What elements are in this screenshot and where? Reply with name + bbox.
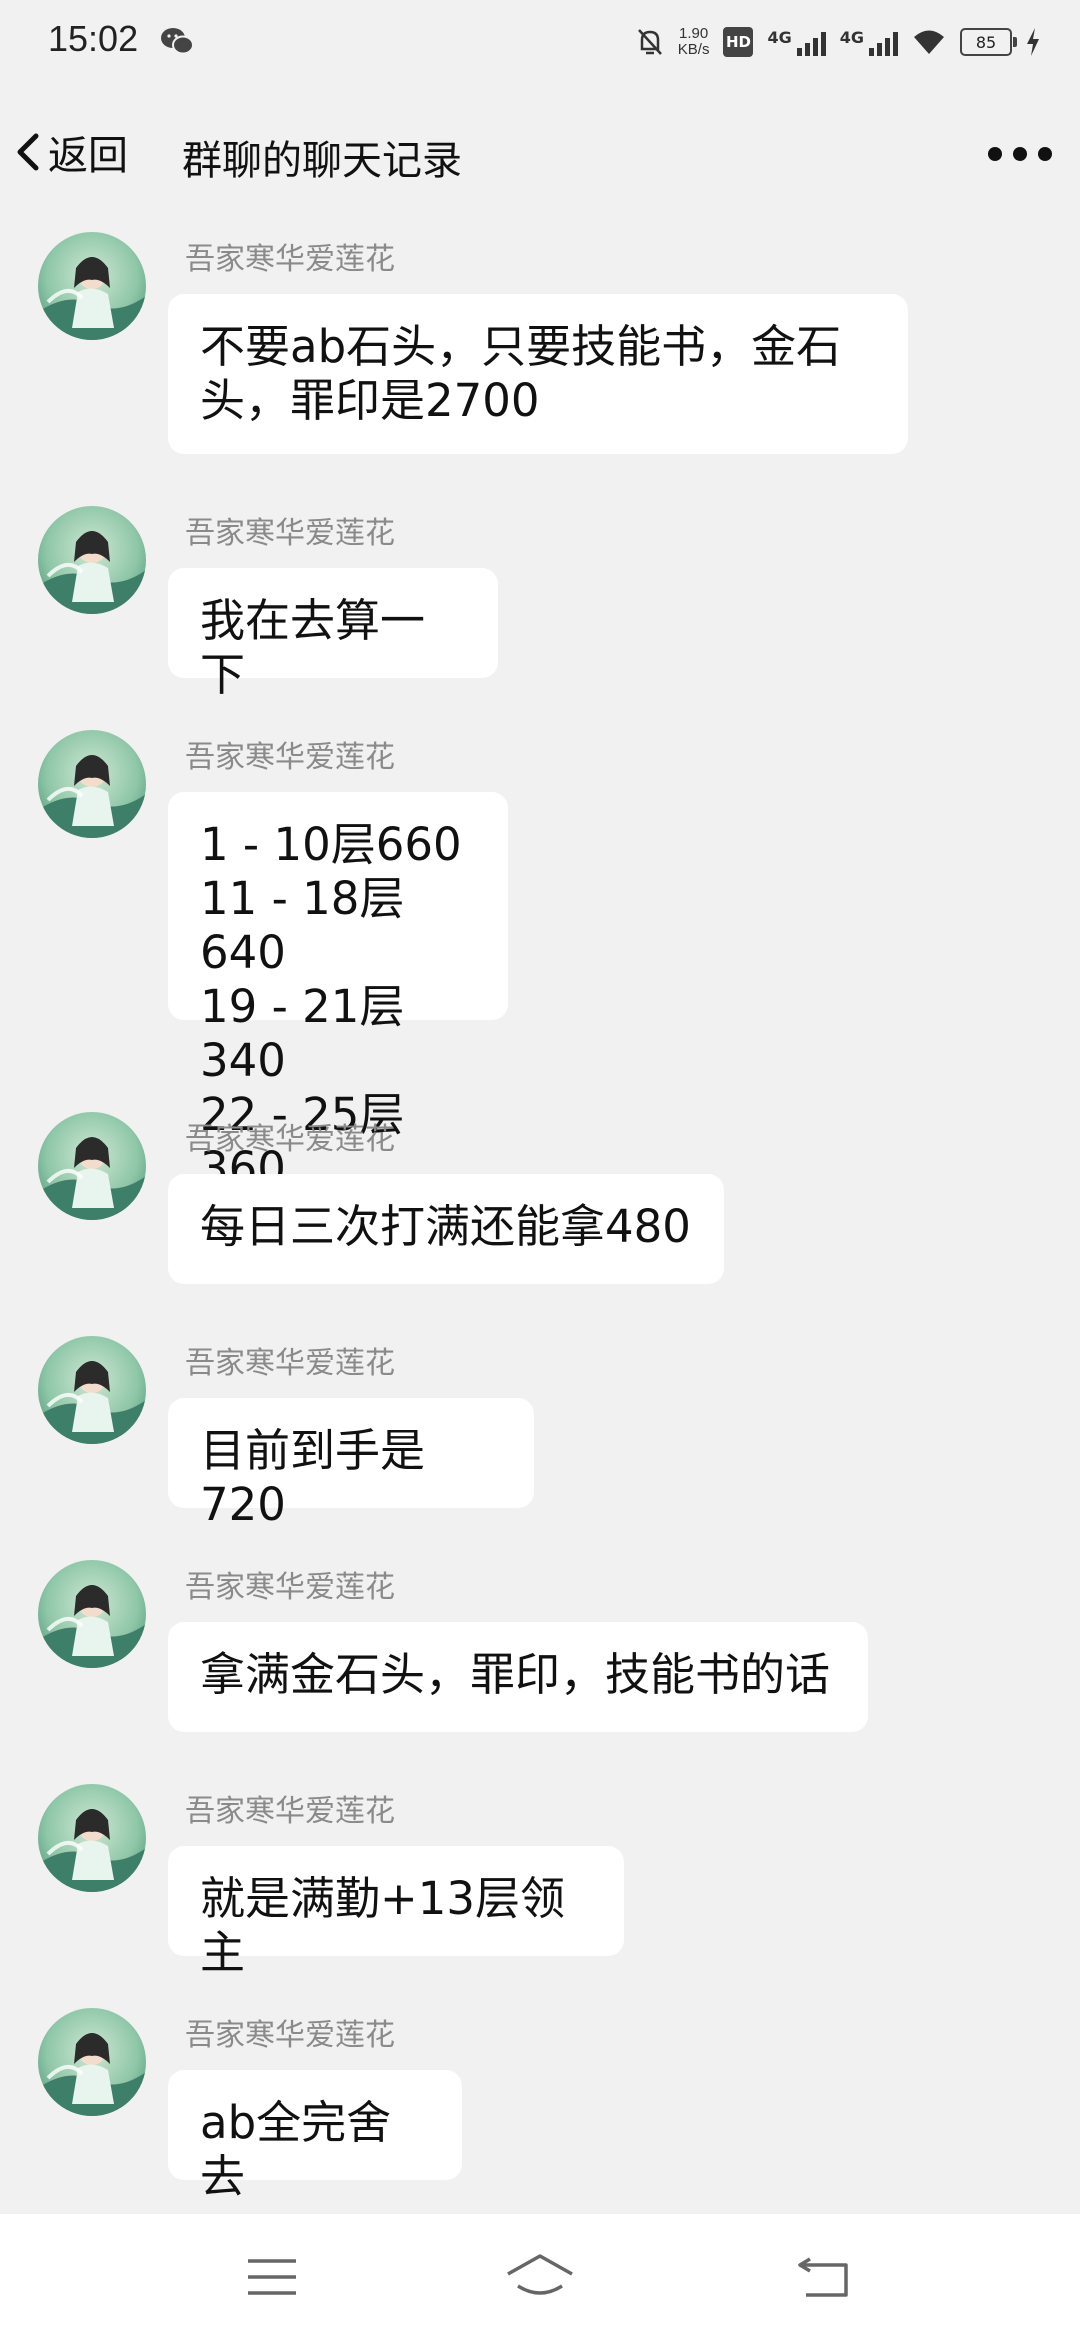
message-bubble[interactable]: 不要ab石头，只要技能书，金石 头，罪印是2700 xyxy=(168,294,908,454)
sender-name: 吾家寒华爱莲花 xyxy=(185,1346,395,1381)
charging-icon xyxy=(1027,28,1039,56)
back-nav-button[interactable] xyxy=(784,2244,864,2310)
wechat-icon xyxy=(161,28,194,55)
network-type-label: 4G xyxy=(839,28,864,47)
signal-icon: 4G xyxy=(767,28,826,56)
sender-name: 吾家寒华爱莲花 xyxy=(185,1794,395,1829)
message-bubble[interactable]: ab全完舍去 xyxy=(168,2070,462,2203)
network-type-label: 4G xyxy=(767,28,792,47)
dot-icon xyxy=(1013,147,1027,161)
avatar[interactable] xyxy=(38,1784,146,1892)
sender-name: 吾家寒华爱莲花 xyxy=(185,242,395,277)
message-bubble[interactable]: 目前到手是720 xyxy=(168,1398,534,1531)
battery-icon: 85 xyxy=(960,28,1017,56)
sender-name: 吾家寒华爱莲花 xyxy=(185,740,395,775)
chevron-left-icon xyxy=(17,133,39,171)
sender-name: 吾家寒华爱莲花 xyxy=(185,1122,395,1157)
message-bubble[interactable]: 每日三次打满还能拿480 xyxy=(168,1174,724,1284)
net-speed-unit: KB/s xyxy=(677,41,710,58)
signal-icon: 4G xyxy=(840,28,898,56)
back-label: 返回 xyxy=(48,133,128,179)
sender-name: 吾家寒华爱莲花 xyxy=(185,2018,395,2053)
hd-icon: HD xyxy=(723,27,754,57)
home-icon xyxy=(507,2254,573,2295)
more-options-button[interactable] xyxy=(988,134,1052,174)
net-speed: 1.90 KB/s xyxy=(678,26,710,58)
back-icon xyxy=(798,2257,848,2297)
sender-name: 吾家寒华爱莲花 xyxy=(185,1570,395,1605)
message-bubble[interactable]: 1 - 10层660 11 - 18层640 19 - 21层340 22 - … xyxy=(168,792,508,1195)
system-nav-bar xyxy=(0,2214,1080,2340)
page-title: 群聊的聊天记录 xyxy=(182,138,462,184)
message-bubble[interactable]: 就是满勤+13层领主 xyxy=(168,1846,624,1979)
dot-icon xyxy=(988,147,1002,161)
status-bar: 15:02 1.90 KB/s HD 4G 4G 85 xyxy=(0,0,1080,84)
message-bubble[interactable]: 我在去算一下 xyxy=(168,568,498,701)
dot-icon xyxy=(1038,147,1052,161)
menu-icon xyxy=(248,2259,296,2295)
avatar[interactable] xyxy=(38,1112,146,1220)
avatar[interactable] xyxy=(38,2008,146,2116)
wifi-icon xyxy=(914,30,944,54)
avatar[interactable] xyxy=(38,232,146,340)
back-button[interactable]: 返回 xyxy=(14,122,128,182)
avatar[interactable] xyxy=(38,730,146,838)
mute-icon xyxy=(637,29,662,55)
avatar[interactable] xyxy=(38,1336,146,1444)
title-bar: 返回 群聊的聊天记录 xyxy=(0,100,1080,204)
status-indicators: 1.90 KB/s HD 4G 4G 85 xyxy=(636,20,1040,64)
home-button[interactable] xyxy=(500,2244,580,2310)
avatar[interactable] xyxy=(38,506,146,614)
avatar[interactable] xyxy=(38,1560,146,1668)
menu-button[interactable] xyxy=(232,2244,312,2310)
battery-level: 85 xyxy=(975,32,997,52)
status-time: 15:02 xyxy=(48,18,139,59)
net-speed-value: 1.90 xyxy=(679,25,709,42)
sender-name: 吾家寒华爱莲花 xyxy=(185,516,395,551)
message-bubble[interactable]: 拿满金石头，罪印，技能书的话 xyxy=(168,1622,868,1732)
